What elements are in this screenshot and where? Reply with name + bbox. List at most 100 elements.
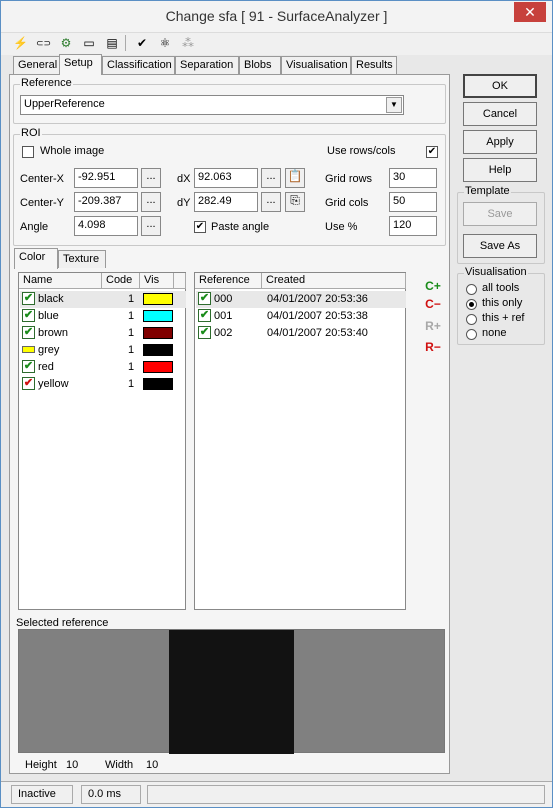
reference-select[interactable]: UpperReference ▼ <box>20 95 404 115</box>
grid-cols-input[interactable]: 50 <box>389 192 437 212</box>
chevron-down-icon[interactable]: ▼ <box>386 97 402 113</box>
color-row[interactable]: ✔ blue 1 <box>20 308 186 325</box>
color-code: 1 <box>128 293 135 305</box>
height-value: 10 <box>66 759 79 771</box>
paste-angle-label: Paste angle <box>211 221 270 233</box>
link-icon[interactable]: ⊂⊃ <box>36 36 51 50</box>
lightning-icon[interactable]: ⚡ <box>13 36 28 50</box>
grid-icon[interactable]: ⁂ <box>181 36 195 50</box>
color-add-button[interactable]: C+ <box>424 279 442 293</box>
copy-icon[interactable]: ⎘ <box>285 192 305 212</box>
tab-separation[interactable]: Separation <box>175 56 239 74</box>
check-icon[interactable]: ✔ <box>135 36 149 50</box>
color-name: grey <box>38 344 60 356</box>
color-row[interactable]: ✔ brown 1 <box>20 325 186 342</box>
use-pct-input[interactable]: 120 <box>389 216 437 236</box>
tab-results[interactable]: Results <box>351 56 397 74</box>
reference-row[interactable]: ✔ 000 04/01/2007 20:53:36 <box>196 291 406 308</box>
close-button[interactable]: ✕ <box>514 2 546 22</box>
radio-this-ref-label: this + ref <box>482 312 525 324</box>
roi-legend: ROI <box>20 127 42 139</box>
dx-input[interactable]: 92.063 <box>194 168 258 188</box>
radio-this-only[interactable] <box>466 299 477 310</box>
status-bar: Inactive 0.0 ms <box>1 781 552 807</box>
row-checkbox[interactable]: ✔ <box>22 377 35 390</box>
console-icon[interactable]: ▭ <box>82 36 96 50</box>
paste-icon[interactable]: 📋 <box>285 168 305 188</box>
use-rows-cols-label: Use rows/cols <box>327 145 396 157</box>
tab-visualisation[interactable]: Visualisation <box>281 56 351 74</box>
color-row[interactable]: ✔ yellow 1 <box>20 376 186 393</box>
radio-all-tools[interactable] <box>466 284 477 295</box>
tab-blobs[interactable]: Blobs <box>239 56 281 74</box>
grid-rows-input[interactable]: 30 <box>389 168 437 188</box>
paste-angle-checkbox[interactable]: ✔ <box>194 221 206 233</box>
whole-image-label: Whole image <box>40 145 105 157</box>
color-swatch <box>143 344 173 356</box>
center-y-input[interactable]: -209.387 <box>74 192 138 212</box>
tab-classification[interactable]: Classification <box>102 56 175 74</box>
center-x-input[interactable]: -92.951 <box>74 168 138 188</box>
status-time: 0.0 ms <box>81 785 141 804</box>
row-checkbox[interactable]: ✔ <box>198 326 211 339</box>
teach-icon[interactable]: ⚛ <box>158 36 172 50</box>
color-row[interactable]: ✔ black 1 <box>20 291 186 308</box>
ok-button[interactable]: OK <box>463 74 537 98</box>
dy-button[interactable]: ... <box>261 192 281 212</box>
visualisation-group: Visualisation all tools this only this +… <box>457 266 545 345</box>
use-pct-label: Use % <box>325 221 358 233</box>
reference-row[interactable]: ✔ 002 04/01/2007 20:53:40 <box>196 325 406 342</box>
dx-button[interactable]: ... <box>261 168 281 188</box>
tab-color[interactable]: Color <box>14 248 58 269</box>
radio-this-ref[interactable] <box>466 314 477 325</box>
reference-legend: Reference <box>20 77 73 89</box>
color-row[interactable]: ✔ red 1 <box>20 359 186 376</box>
row-checkbox[interactable]: ✔ <box>22 292 35 305</box>
row-checkbox[interactable]: ✔ <box>198 309 211 322</box>
use-rows-cols-checkbox[interactable]: ✔ <box>426 146 438 158</box>
color-name: blue <box>38 310 59 322</box>
apply-button[interactable]: Apply <box>463 130 537 154</box>
height-label: Height <box>25 759 57 771</box>
dx-label: dX <box>177 173 191 185</box>
cancel-button[interactable]: Cancel <box>463 102 537 126</box>
template-save-button[interactable]: Save <box>463 202 537 226</box>
reference-created: 04/01/2007 20:53:36 <box>267 293 368 305</box>
col-vis[interactable]: Vis <box>140 273 174 289</box>
col-name[interactable]: Name <box>19 273 102 289</box>
tab-general[interactable]: General <box>13 56 61 74</box>
color-swatch <box>143 361 173 373</box>
tab-setup[interactable]: Setup <box>59 54 102 75</box>
col-code[interactable]: Code <box>102 273 140 289</box>
radio-none[interactable] <box>466 329 477 340</box>
color-name: yellow <box>38 378 69 390</box>
row-checkbox[interactable] <box>22 346 35 353</box>
color-code: 1 <box>128 327 135 339</box>
reference-row[interactable]: ✔ 001 04/01/2007 20:53:38 <box>196 308 406 325</box>
col-reference[interactable]: Reference <box>195 273 262 289</box>
col-created[interactable]: Created <box>262 273 406 289</box>
color-list: Name Code Vis ✔ black 1 ✔ blue 1 ✔ brown 1 grey 1 ✔… <box>18 272 186 610</box>
color-row[interactable]: grey 1 <box>20 342 186 359</box>
reference-add-button[interactable]: R+ <box>424 319 442 333</box>
row-checkbox[interactable]: ✔ <box>22 326 35 339</box>
color-swatch <box>143 293 173 305</box>
angle-input[interactable]: 4.098 <box>74 216 138 236</box>
row-checkbox[interactable]: ✔ <box>22 360 35 373</box>
whole-image-checkbox[interactable] <box>22 146 34 158</box>
angle-button[interactable]: ... <box>141 216 161 236</box>
row-checkbox[interactable]: ✔ <box>198 292 211 305</box>
dy-input[interactable]: 282.49 <box>194 192 258 212</box>
center-y-button[interactable]: ... <box>141 192 161 212</box>
row-checkbox[interactable]: ✔ <box>22 309 35 322</box>
document-icon[interactable]: ▤ <box>105 36 119 50</box>
reference-remove-button[interactable]: R− <box>424 340 442 354</box>
tab-texture[interactable]: Texture <box>58 250 106 268</box>
snake-icon[interactable]: ⚙ <box>59 36 73 50</box>
color-remove-button[interactable]: C− <box>424 297 442 311</box>
help-button[interactable]: Help <box>463 158 537 182</box>
window-title: Change sfa [ 91 - SurfaceAnalyzer ] <box>165 8 388 24</box>
center-x-button[interactable]: ... <box>141 168 161 188</box>
selected-reference-image <box>18 629 445 754</box>
template-save-as-button[interactable]: Save As <box>463 234 537 258</box>
